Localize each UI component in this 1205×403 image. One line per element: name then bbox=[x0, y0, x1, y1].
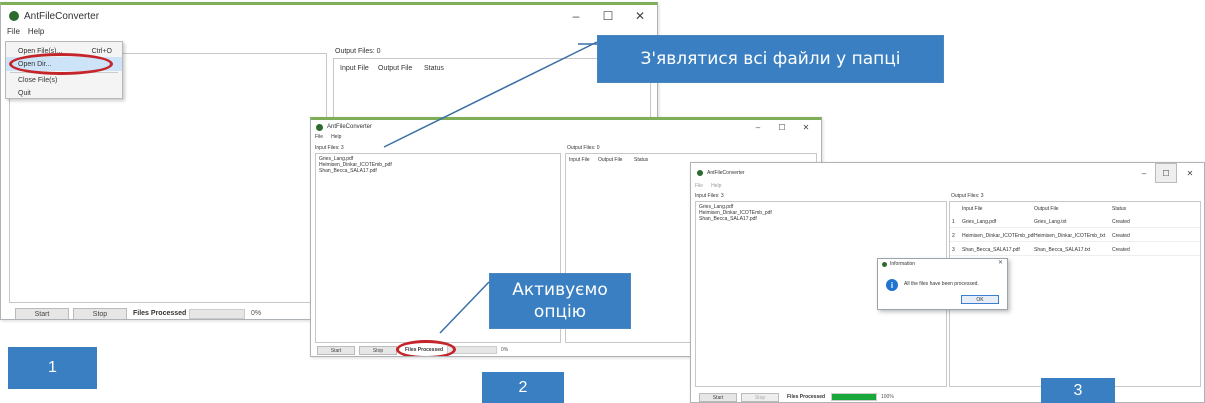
app-logo-icon bbox=[882, 261, 887, 267]
window-3-menubar: File Help bbox=[691, 183, 1204, 192]
menu-file[interactable]: File bbox=[695, 183, 703, 192]
highlight-ellipse-open-dir bbox=[9, 53, 113, 75]
start-button[interactable]: Start bbox=[15, 308, 69, 319]
menu-item-close-files-label: Close File(s) bbox=[18, 76, 58, 84]
table-cell-output: Heimisen_Dinkar_ICOTEmb_txt bbox=[1034, 232, 1106, 239]
maximize-button[interactable]: ☐ bbox=[593, 5, 623, 27]
window-1-menubar: File Help bbox=[1, 27, 657, 41]
close-button[interactable]: ✕ bbox=[1179, 163, 1201, 183]
menu-file[interactable]: File bbox=[315, 134, 323, 143]
output-files-label: Output Files: 3 bbox=[951, 193, 984, 199]
menu-file[interactable]: File bbox=[7, 27, 20, 41]
app-logo-icon bbox=[697, 170, 703, 176]
files-processed-label: Files Processed bbox=[133, 310, 187, 317]
callout-activate-option: Активуємо опцію bbox=[489, 273, 631, 329]
table-row[interactable]: 2 Heimisen_Dinkar_ICOTEmb_pdf Heimisen_D… bbox=[950, 230, 1200, 242]
progress-bar bbox=[831, 393, 877, 401]
table-cell-status: Created bbox=[1112, 232, 1130, 239]
table-cell-index: 3 bbox=[952, 246, 955, 253]
step-label-2: 2 bbox=[482, 372, 564, 403]
window-2-title: AntFileConverter bbox=[327, 124, 373, 130]
window-3-title: AntFileConverter bbox=[707, 170, 745, 176]
stop-button[interactable]: Stop bbox=[741, 393, 779, 402]
progress-percent: 0% bbox=[251, 310, 262, 317]
column-header-output-file: Output File bbox=[378, 65, 413, 72]
callout-activate-line2: опцію bbox=[533, 302, 587, 322]
table-cell-status: Created bbox=[1112, 218, 1130, 225]
column-header-input-file: Input File bbox=[962, 206, 983, 212]
table-cell-status: Created bbox=[1112, 246, 1130, 253]
output-files-label: Output Files: 0 bbox=[335, 48, 381, 55]
progress-bar bbox=[189, 309, 245, 319]
column-header-output-file: Output File bbox=[1034, 206, 1059, 212]
menu-item-quit[interactable]: Quit bbox=[6, 86, 122, 100]
menu-help[interactable]: Help bbox=[331, 134, 341, 143]
minimize-button[interactable]: – bbox=[561, 5, 591, 27]
window-2-titlebar: AntFileConverter bbox=[311, 120, 821, 134]
minimize-button[interactable]: – bbox=[747, 120, 769, 134]
step-label-3: 3 bbox=[1041, 378, 1115, 403]
column-header-status: Status bbox=[1112, 206, 1127, 212]
stop-button[interactable]: Stop bbox=[359, 346, 397, 355]
start-button[interactable]: Start bbox=[317, 346, 355, 355]
minimize-button[interactable]: – bbox=[1133, 163, 1155, 183]
menu-item-open-files-shortcut: Ctrl+O bbox=[91, 47, 112, 55]
list-item[interactable]: Shan_Becca_SALA17.pdf bbox=[319, 168, 377, 174]
app-logo-icon bbox=[316, 123, 323, 131]
step-label-1: 1 bbox=[8, 347, 97, 389]
maximize-button[interactable]: ☐ bbox=[1155, 163, 1177, 183]
table-row[interactable]: 1 Gries_Lang.pdf Gries_Lang.txt Created bbox=[950, 216, 1200, 228]
menu-help[interactable]: Help bbox=[711, 183, 721, 192]
window-1-titlebar: AntFileConverter bbox=[1, 5, 657, 27]
dialog-titlebar: Information bbox=[878, 259, 1007, 269]
column-header-output-file: Output File bbox=[598, 157, 623, 163]
column-header-status: Status bbox=[424, 65, 444, 72]
list-item[interactable]: Shan_Becca_SALA17.pdf bbox=[699, 216, 757, 222]
table-cell-input: Gries_Lang.pdf bbox=[962, 218, 997, 225]
callout-activate-line1: Активуємо bbox=[512, 280, 608, 300]
window-3-titlebar: AntFileConverter bbox=[691, 163, 1204, 183]
info-icon: i bbox=[886, 279, 898, 291]
input-files-label: Input Files: 3 bbox=[315, 145, 344, 151]
window-2-menubar: File Help bbox=[311, 134, 821, 143]
dialog-title: Information bbox=[890, 261, 916, 267]
menu-item-close-files[interactable]: Close File(s) bbox=[6, 73, 122, 87]
window-1-title: AntFileConverter bbox=[24, 10, 100, 22]
close-button[interactable]: ✕ bbox=[795, 120, 817, 134]
dialog-ok-button[interactable]: OK bbox=[961, 295, 999, 304]
files-processed-label: Files Processed bbox=[787, 394, 826, 400]
column-header-status: Status bbox=[634, 157, 649, 163]
input-files-label: Input Files: 3 bbox=[695, 193, 724, 199]
table-cell-index: 1 bbox=[952, 218, 955, 225]
table-cell-index: 2 bbox=[952, 232, 955, 239]
highlight-ellipse-files-processed bbox=[396, 340, 456, 356]
table-row[interactable]: 3 Shan_Becca_SALA17.pdf Shan_Becca_SALA1… bbox=[950, 244, 1200, 256]
table-cell-input: Heimisen_Dinkar_ICOTEmb_pdf bbox=[962, 232, 1034, 239]
app-logo-icon bbox=[9, 11, 19, 21]
maximize-button[interactable]: ☐ bbox=[771, 120, 793, 134]
table-cell-input: Shan_Becca_SALA17.pdf bbox=[962, 246, 1020, 253]
column-header-input-file: Input File bbox=[340, 65, 369, 72]
dialog-message: All the files have been processed. bbox=[904, 281, 979, 287]
table-cell-output: Gries_Lang.txt bbox=[1034, 218, 1067, 225]
start-button[interactable]: Start bbox=[699, 393, 737, 402]
information-dialog: Information ✕ i All the files have been … bbox=[877, 258, 1008, 310]
close-button[interactable]: ✕ bbox=[625, 5, 655, 27]
progress-percent: 0% bbox=[501, 347, 509, 353]
menu-item-quit-label: Quit bbox=[18, 89, 31, 97]
output-files-label: Output Files: 0 bbox=[567, 145, 600, 151]
progress-percent: 100% bbox=[881, 394, 894, 400]
dialog-close-button[interactable]: ✕ bbox=[998, 259, 1003, 266]
callout-files-appear: З'являтися всі файли у папці bbox=[597, 35, 944, 83]
table-cell-output: Shan_Becca_SALA17.txt bbox=[1034, 246, 1091, 253]
column-header-input-file: Input File bbox=[569, 157, 590, 163]
progress-fill bbox=[832, 394, 876, 400]
stop-button[interactable]: Stop bbox=[73, 308, 127, 319]
table-header: Input File Output File Status bbox=[950, 205, 1200, 213]
menu-help[interactable]: Help bbox=[28, 27, 44, 41]
